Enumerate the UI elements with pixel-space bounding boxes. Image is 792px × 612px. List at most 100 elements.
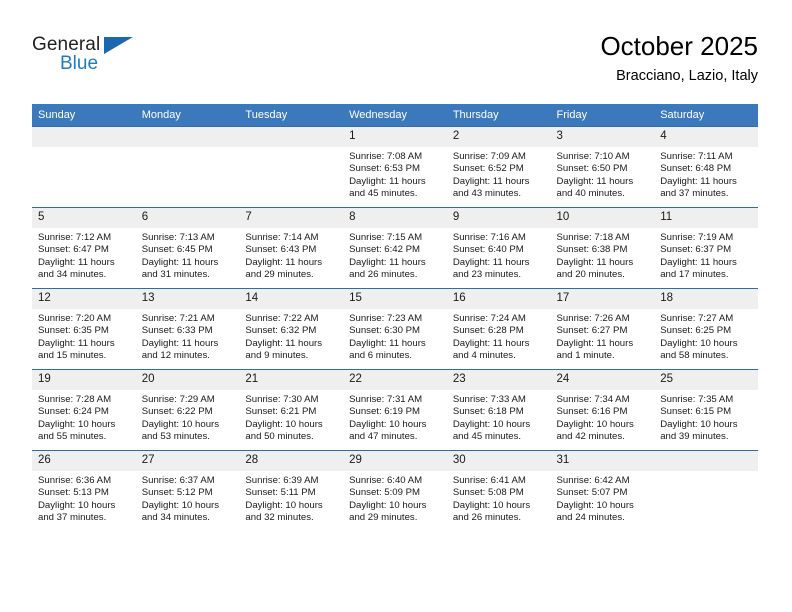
sunrise-text: Sunrise: 6:39 AM <box>245 475 319 486</box>
day-number: 17 <box>550 289 655 309</box>
daylight-text: Daylight: 11 hours and 9 minutes. <box>245 337 323 362</box>
daylight-text: Daylight: 10 hours and 55 minutes. <box>38 418 116 443</box>
daylight-text: Daylight: 11 hours and 31 minutes. <box>141 256 219 281</box>
sunrise-text: Sunrise: 7:11 AM <box>660 151 733 162</box>
calendar-day-cell[interactable]: 4 Sunrise: 7:11 AM Sunset: 6:48 PM Daylight… <box>654 126 758 208</box>
calendar-day-cell[interactable]: 11 Sunrise: 7:19 AM Sunset: 6:37 PM Dayligh… <box>654 207 758 289</box>
daylight-text: Daylight: 10 hours and 45 minutes. <box>452 418 531 443</box>
daylight-text: Daylight: 11 hours and 12 minutes. <box>141 337 219 362</box>
calendar-day-cell[interactable]: 12 Sunrise: 7:20 AM Sunset: 6:35 PM Dayligh… <box>32 288 136 370</box>
sunrise-text: Sunrise: 7:14 AM <box>245 232 319 243</box>
sunrise-text: Sunrise: 7:15 AM <box>349 232 423 243</box>
calendar-day-cell[interactable]: 8 Sunrise: 7:15 AM Sunset: 6:42 PM Daylight… <box>343 207 447 289</box>
day-number: 10 <box>550 208 655 228</box>
day-details: Sunrise: 7:35 AM Sunset: 6:15 PM Daylight:… <box>654 390 758 444</box>
daylight-text: Daylight: 10 hours and 24 minutes. <box>556 499 634 524</box>
day-number: 20 <box>135 370 240 390</box>
sunset-text: Sunset: 6:25 PM <box>660 325 732 337</box>
calendar-week-row: 12 Sunrise: 7:20 AM Sunset: 6:35 PM Dayligh… <box>32 288 758 370</box>
general-blue-logo[interactable]: General Blue <box>32 34 152 90</box>
calendar-day-cell[interactable]: 7 Sunrise: 7:14 AM Sunset: 6:43 PM Daylight… <box>239 207 344 289</box>
day-number: 30 <box>446 451 551 471</box>
day-number: 9 <box>446 208 551 228</box>
sunset-text: Sunset: 5:11 PM <box>245 487 316 499</box>
calendar-day-cell[interactable]: 20 Sunrise: 7:29 AM Sunset: 6:22 PM Dayligh… <box>135 369 240 451</box>
calendar-day-cell[interactable]: 6 Sunrise: 7:13 AM Sunset: 6:45 PM Daylight… <box>135 207 240 289</box>
calendar-day-cell[interactable]: 2 Sunrise: 7:09 AM Sunset: 6:52 PM Daylight… <box>446 126 551 208</box>
day-number: 1 <box>343 127 447 147</box>
day-number: 31 <box>550 451 655 471</box>
calendar-week-row: 19 Sunrise: 7:28 AM Sunset: 6:24 PM Dayligh… <box>32 369 758 451</box>
calendar-day-cell[interactable]: 28 Sunrise: 6:39 AM Sunset: 5:11 PM Dayligh… <box>239 450 344 531</box>
day-details: Sunrise: 7:33 AM Sunset: 6:18 PM Daylight:… <box>447 390 551 444</box>
day-number: 11 <box>654 208 758 228</box>
day-details: Sunrise: 7:23 AM Sunset: 6:30 PM Daylight:… <box>343 309 447 363</box>
calendar-day-cell[interactable]: 10 Sunrise: 7:18 AM Sunset: 6:38 PM Dayligh… <box>550 207 655 289</box>
weekday-header-wednesday: Wednesday <box>343 104 447 127</box>
calendar-day-cell[interactable]: 1 Sunrise: 7:08 AM Sunset: 6:53 PM Daylight… <box>343 126 447 208</box>
calendar-day-cell[interactable]: 19 Sunrise: 7:28 AM Sunset: 6:24 PM Dayligh… <box>32 369 136 451</box>
daylight-text: Daylight: 10 hours and 42 minutes. <box>556 418 634 443</box>
daylight-text: Daylight: 10 hours and 58 minutes. <box>660 337 738 362</box>
calendar-day-cell[interactable]: 13 Sunrise: 7:21 AM Sunset: 6:33 PM Dayligh… <box>135 288 240 370</box>
sunset-text: Sunset: 6:48 PM <box>660 163 732 175</box>
sunrise-text: Sunrise: 7:27 AM <box>660 313 734 324</box>
daylight-text: Daylight: 11 hours and 1 minute. <box>556 337 634 362</box>
sunrise-text: Sunrise: 7:31 AM <box>349 394 423 405</box>
daylight-text: Daylight: 11 hours and 43 minutes. <box>452 175 530 200</box>
sunset-text: Sunset: 6:47 PM <box>38 244 109 256</box>
day-details: Sunrise: 7:22 AM Sunset: 6:32 PM Daylight:… <box>239 309 343 363</box>
daylight-text: Daylight: 10 hours and 26 minutes. <box>452 499 531 524</box>
sunset-text: Sunset: 5:12 PM <box>141 487 213 499</box>
day-number: 7 <box>239 208 344 228</box>
day-details: Sunrise: 7:12 AM Sunset: 6:47 PM Daylight:… <box>32 228 136 282</box>
calendar-day-cell[interactable]: 27 Sunrise: 6:37 AM Sunset: 5:12 PM Dayligh… <box>135 450 240 531</box>
calendar-day-cell[interactable]: 25 Sunrise: 7:35 AM Sunset: 6:15 PM Dayligh… <box>654 369 758 451</box>
sunset-text: Sunset: 6:40 PM <box>452 244 524 256</box>
day-number <box>135 127 240 147</box>
calendar-day-cell[interactable]: 31 Sunrise: 6:42 AM Sunset: 5:07 PM Dayligh… <box>550 450 655 531</box>
calendar-week-row: 5 Sunrise: 7:12 AM Sunset: 6:47 PM Daylight… <box>32 207 758 289</box>
calendar-day-cell[interactable]: 15 Sunrise: 7:23 AM Sunset: 6:30 PM Dayligh… <box>343 288 447 370</box>
daylight-text: Daylight: 10 hours and 37 minutes. <box>38 499 116 524</box>
daylight-text: Daylight: 11 hours and 15 minutes. <box>38 337 115 362</box>
day-details: Sunrise: 7:10 AM Sunset: 6:50 PM Daylight:… <box>551 147 655 201</box>
sunset-text: Sunset: 6:53 PM <box>349 163 421 175</box>
calendar-day-cell[interactable]: 30 Sunrise: 6:41 AM Sunset: 5:08 PM Dayligh… <box>446 450 551 531</box>
day-number: 22 <box>343 370 447 390</box>
calendar-day-cell[interactable]: 16 Sunrise: 7:24 AM Sunset: 6:28 PM Dayligh… <box>446 288 551 370</box>
sunrise-text: Sunrise: 7:16 AM <box>452 232 526 243</box>
sunset-text: Sunset: 6:22 PM <box>141 406 213 418</box>
day-details: Sunrise: 7:27 AM Sunset: 6:25 PM Daylight:… <box>654 309 758 363</box>
logo-text-blue: Blue <box>60 53 99 74</box>
sunset-text: Sunset: 6:18 PM <box>452 406 524 418</box>
calendar-day-cell[interactable]: 14 Sunrise: 7:22 AM Sunset: 6:32 PM Dayligh… <box>239 288 344 370</box>
calendar-day-cell[interactable]: 18 Sunrise: 7:27 AM Sunset: 6:25 PM Dayligh… <box>654 288 758 370</box>
calendar-day-cell[interactable]: 21 Sunrise: 7:30 AM Sunset: 6:21 PM Dayligh… <box>239 369 344 451</box>
calendar-day-cell[interactable]: 22 Sunrise: 7:31 AM Sunset: 6:19 PM Dayligh… <box>343 369 447 451</box>
sunset-text: Sunset: 6:35 PM <box>38 325 109 337</box>
calendar-day-cell[interactable]: 17 Sunrise: 7:26 AM Sunset: 6:27 PM Dayligh… <box>550 288 655 370</box>
sunrise-text: Sunrise: 7:19 AM <box>660 232 734 243</box>
sunset-text: Sunset: 6:38 PM <box>556 244 628 256</box>
calendar-week-row: 26 Sunrise: 6:36 AM Sunset: 5:13 PM Dayligh… <box>32 450 758 531</box>
day-number: 5 <box>32 208 136 228</box>
daylight-text: Daylight: 10 hours and 50 minutes. <box>245 418 323 443</box>
calendar-day-cell[interactable]: 9 Sunrise: 7:16 AM Sunset: 6:40 PM Daylight… <box>446 207 551 289</box>
sunrise-text: Sunrise: 7:29 AM <box>141 394 215 405</box>
calendar-day-cell[interactable]: 5 Sunrise: 7:12 AM Sunset: 6:47 PM Daylight… <box>32 207 136 289</box>
calendar-day-cell[interactable]: 23 Sunrise: 7:33 AM Sunset: 6:18 PM Dayligh… <box>446 369 551 451</box>
weekday-header-thursday: Thursday <box>446 104 551 127</box>
page-title: October 2025 <box>600 31 758 61</box>
calendar-day-cell[interactable]: 3 Sunrise: 7:10 AM Sunset: 6:50 PM Daylight… <box>550 126 655 208</box>
sunrise-text: Sunrise: 7:26 AM <box>556 313 630 324</box>
sunrise-text: Sunrise: 7:09 AM <box>452 151 526 162</box>
calendar-week-row: 1 Sunrise: 7:08 AM Sunset: 6:53 PM Daylight… <box>32 126 758 208</box>
calendar-day-cell[interactable]: 24 Sunrise: 7:34 AM Sunset: 6:16 PM Dayligh… <box>550 369 655 451</box>
daylight-text: Daylight: 10 hours and 47 minutes. <box>349 418 427 443</box>
calendar-day-cell[interactable]: 26 Sunrise: 6:36 AM Sunset: 5:13 PM Dayligh… <box>32 450 136 531</box>
sunset-text: Sunset: 6:27 PM <box>556 325 628 337</box>
calendar-body: 1 Sunrise: 7:08 AM Sunset: 6:53 PM Daylight… <box>32 126 758 531</box>
sunset-text: Sunset: 6:33 PM <box>141 325 213 337</box>
calendar-day-cell[interactable]: 29 Sunrise: 6:40 AM Sunset: 5:09 PM Dayligh… <box>343 450 447 531</box>
